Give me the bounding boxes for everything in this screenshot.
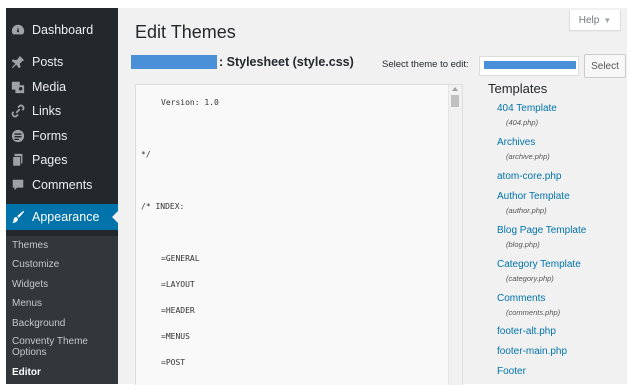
template-link[interactable]: Comments bbox=[497, 293, 545, 304]
submenu-item-widgets[interactable]: Widgets bbox=[12, 279, 112, 290]
sidebar-item-label: Posts bbox=[32, 55, 64, 69]
template-filename: (author.php) bbox=[506, 206, 547, 215]
sidebar-item-label: Links bbox=[32, 104, 62, 118]
template-link[interactable]: atom-core.php bbox=[497, 171, 561, 182]
code-line: =POST bbox=[161, 358, 186, 367]
template-link[interactable]: footer-alt.php bbox=[497, 326, 556, 337]
redacted-theme-name bbox=[131, 55, 217, 69]
media-icon bbox=[11, 80, 25, 94]
template-filename: (category.php) bbox=[506, 274, 554, 283]
code-line: =MENUS bbox=[161, 332, 190, 341]
theme-select[interactable] bbox=[479, 56, 579, 76]
dashboard-icon bbox=[11, 23, 25, 37]
template-filename: (archive.php) bbox=[506, 152, 550, 161]
code-line: =GENERAL bbox=[161, 254, 200, 263]
template-link[interactable]: Footer bbox=[497, 366, 526, 377]
sidebar-item-posts[interactable]: Posts bbox=[6, 50, 118, 74]
admin-sidebar: Dashboard Posts Media Links Forms Pages … bbox=[6, 8, 118, 384]
sidebar-item-label: Appearance bbox=[32, 210, 100, 224]
sidebar-item-label: Comments bbox=[32, 178, 93, 192]
template-link[interactable]: 404 Template bbox=[497, 103, 557, 114]
redacted-selected-theme bbox=[484, 61, 576, 69]
select-theme-label: Select theme to edit: bbox=[382, 59, 469, 70]
file-heading: : Stylesheet (style.css) bbox=[131, 55, 354, 69]
submenu-item-themes[interactable]: Themes bbox=[12, 240, 112, 251]
link-icon bbox=[11, 104, 25, 118]
forms-icon bbox=[11, 129, 25, 143]
submenu-item-customize[interactable]: Customize bbox=[12, 259, 112, 270]
submenu-item-editor[interactable]: Editor bbox=[12, 367, 112, 378]
code-line: /* INDEX: bbox=[141, 202, 185, 211]
help-tab-button[interactable]: Help ▼ bbox=[569, 10, 621, 31]
sidebar-item-forms[interactable]: Forms bbox=[6, 124, 118, 148]
code-line: =HEADER bbox=[161, 306, 195, 315]
code-line: */ bbox=[141, 150, 151, 159]
chevron-down-icon: ▼ bbox=[603, 15, 612, 25]
screenshot-frame: Dashboard Posts Media Links Forms Pages … bbox=[0, 0, 630, 390]
sidebar-item-label: Forms bbox=[32, 129, 68, 143]
sidebar-item-pages[interactable]: Pages bbox=[6, 148, 118, 172]
code-editor[interactable]: Version: 1.0 */ /* INDEX: =GENERAL =LAYO… bbox=[135, 84, 463, 385]
templates-heading: Templates bbox=[488, 81, 548, 96]
sidebar-item-media[interactable]: Media bbox=[6, 75, 118, 99]
template-link[interactable]: Author Template bbox=[497, 191, 570, 202]
editor-scrollbar[interactable] bbox=[448, 85, 462, 385]
select-button[interactable]: Select bbox=[584, 54, 626, 78]
template-link[interactable]: Category Template bbox=[497, 259, 581, 270]
brush-icon bbox=[11, 210, 25, 224]
submenu-item-background[interactable]: Background bbox=[12, 318, 112, 329]
template-filename: (404.php) bbox=[506, 118, 539, 127]
page-title: Edit Themes bbox=[135, 22, 236, 42]
sidebar-item-label: Dashboard bbox=[32, 23, 94, 37]
help-label: Help bbox=[578, 14, 600, 26]
submenu-item-theme-options[interactable]: Conventy Theme Options bbox=[12, 336, 102, 358]
sidebar-item-links[interactable]: Links bbox=[6, 99, 118, 123]
sidebar-item-appearance[interactable]: Appearance bbox=[6, 204, 118, 230]
template-filename: (comments.php) bbox=[506, 308, 561, 317]
sidebar-item-dashboard[interactable]: Dashboard bbox=[6, 18, 118, 42]
scroll-up-arrow-icon[interactable] bbox=[452, 87, 458, 91]
code-line: Version: 1.0 bbox=[161, 98, 219, 107]
template-filename: (blog.php) bbox=[506, 240, 540, 249]
sidebar-item-comments[interactable]: Comments bbox=[6, 173, 118, 197]
sidebar-item-label: Media bbox=[32, 80, 67, 94]
template-link[interactable]: footer-main.php bbox=[497, 346, 567, 357]
main-content: Help ▼ Edit Themes : Stylesheet (style.c… bbox=[118, 8, 627, 385]
template-link[interactable]: Blog Page Template bbox=[497, 225, 586, 236]
scroll-thumb[interactable] bbox=[451, 95, 459, 107]
sidebar-item-label: Pages bbox=[32, 153, 68, 167]
file-title: : Stylesheet (style.css) bbox=[219, 55, 354, 69]
template-link[interactable]: Archives bbox=[497, 137, 535, 148]
comments-icon bbox=[11, 178, 25, 192]
submenu-item-menus[interactable]: Menus bbox=[12, 298, 112, 309]
code-line: =LAYOUT bbox=[161, 280, 195, 289]
pages-icon bbox=[11, 153, 25, 167]
pin-icon bbox=[11, 55, 25, 69]
appearance-submenu: Themes Customize Widgets Menus Backgroun… bbox=[6, 236, 118, 384]
